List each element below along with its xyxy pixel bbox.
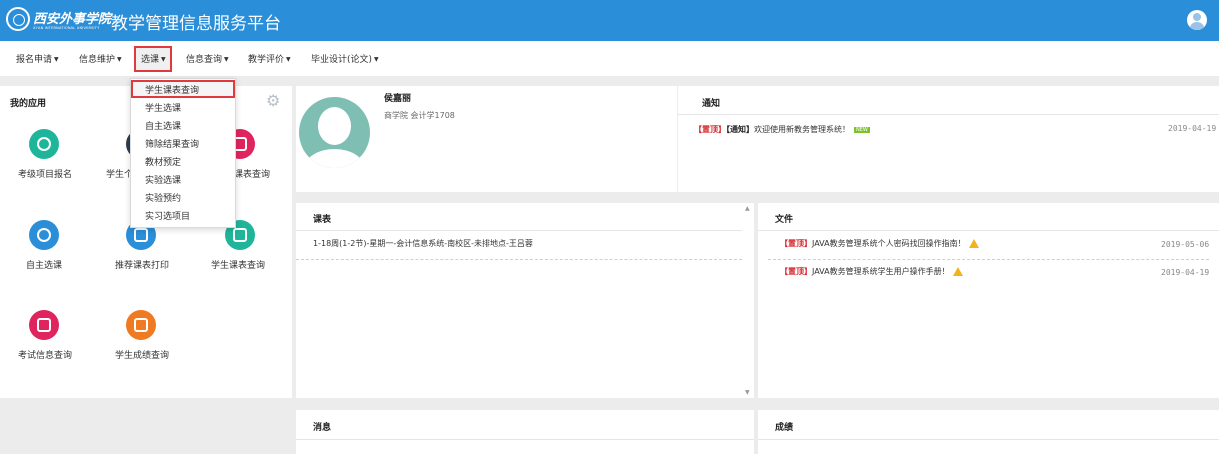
app-label-schedule[interactable]: 课表查询 [234, 167, 270, 180]
nav-label: 选课 [141, 55, 160, 65]
nav-label: 毕业设计(论文) [311, 55, 373, 65]
notice-item[interactable]: 【置顶】【通知】欢迎使用新教务管理系统！ NEW [694, 124, 870, 135]
dropdown-item-lab-reserve[interactable]: 实验预约 [145, 191, 181, 204]
pin-tag: 【置顶】 [694, 125, 726, 134]
nav-item-thesis[interactable]: 毕业设计(论文) ▼ [311, 52, 379, 66]
dropdown-item-internship[interactable]: 实习选项目 [145, 209, 190, 222]
schedule-title: 课表 [313, 215, 332, 225]
messages-title: 消息 [313, 423, 332, 433]
warning-icon [968, 239, 979, 248]
file-date: 2019-05-06 [1161, 240, 1210, 249]
nav-item-info-query[interactable]: 信息查询 ▼ [186, 52, 229, 66]
profile-info: 商学院 会计学1708 [384, 111, 455, 120]
caret-down-icon: ▼ [374, 56, 379, 63]
file-item[interactable]: 【置顶】JAVA教务管理系统学生用户操作手册！ [780, 266, 963, 277]
file-item[interactable]: 【置顶】JAVA教务管理系统个人密码找回操作指南！ [780, 238, 979, 249]
dropdown-item-lab-select[interactable]: 实验选课 [145, 173, 181, 186]
divider [678, 114, 1219, 115]
app-label-exam-register[interactable]: 考级项目报名 [18, 167, 72, 180]
grade-icon[interactable] [126, 310, 156, 340]
files-title: 文件 [775, 215, 794, 225]
profile-avatar-icon [299, 97, 370, 168]
pin-tag: 【置顶】 [780, 267, 812, 276]
nav-item-course-select[interactable]: 选课 ▼ [141, 52, 166, 66]
nav-label: 信息维护 [79, 55, 116, 65]
notice-text: 欢迎使用新教务管理系统！ [754, 125, 850, 134]
notice-panel [678, 86, 1219, 192]
gear-icon[interactable]: ⚙ [266, 93, 282, 109]
search-doc-icon[interactable] [29, 310, 59, 340]
warning-icon [952, 267, 963, 276]
divider [758, 230, 1219, 231]
school-logo-text: 西安外事学院 [33, 12, 112, 27]
schedule-line: 1-18周(1-2节)-星期一-会计信息系统-南校区-未排地点-王吕蓉 [313, 239, 533, 248]
chat-icon[interactable] [29, 129, 59, 159]
app-label-self-select[interactable]: 自主选课 [26, 258, 62, 271]
my-apps-title: 我的应用 [10, 99, 47, 109]
divider [296, 259, 742, 260]
messages-panel [296, 410, 754, 454]
grades-title: 成绩 [775, 423, 794, 433]
caret-down-icon: ▼ [224, 56, 229, 63]
files-panel [758, 203, 1219, 398]
dropdown-item-student-select[interactable]: 学生选课 [145, 101, 181, 114]
top-header: 西安外事学院 XI'AN INTERNATIONAL UNIVERSITY 教学… [0, 0, 1219, 41]
divider [758, 439, 1219, 440]
file-text: JAVA教务管理系统学生用户操作手册！ [812, 267, 950, 276]
divider [768, 259, 1209, 260]
dropdown-item-textbook[interactable]: 教材预定 [145, 155, 181, 168]
caret-down-icon: ▼ [286, 56, 291, 63]
app-title: 教学管理信息服务平台 [111, 14, 281, 34]
ball-icon[interactable] [29, 220, 59, 250]
dropdown-item-self-select[interactable]: 自主选课 [145, 119, 181, 132]
dropdown-item-filter-result[interactable]: 筛除结果查询 [145, 137, 199, 150]
caret-down-icon: ▼ [161, 56, 166, 63]
caret-down-icon: ▼ [54, 56, 59, 63]
nav-label: 教学评价 [248, 55, 285, 65]
notice-date: 2019-04-19 [1168, 124, 1217, 133]
nav-item-registration[interactable]: 报名申请 ▼ [16, 52, 59, 66]
nav-label: 信息查询 [186, 55, 223, 65]
nav-item-teaching-eval[interactable]: 教学评价 ▼ [248, 52, 291, 66]
app-label-print-schedule[interactable]: 推荐课表打印 [115, 258, 169, 271]
notice-title: 通知 [702, 99, 721, 109]
nav-label: 报名申请 [16, 55, 53, 65]
caret-down-icon: ▼ [117, 56, 122, 63]
schedule-panel [296, 203, 754, 398]
scroll-up-icon[interactable]: ▲ [745, 205, 750, 212]
nav-item-info-maintain[interactable]: 信息维护 ▼ [79, 52, 122, 66]
pin-tag: 【置顶】 [780, 239, 812, 248]
dropdown-item-student-schedule[interactable]: 学生课表查询 [145, 83, 199, 96]
school-logo-subtext: XI'AN INTERNATIONAL UNIVERSITY [33, 26, 100, 30]
app-label-student-info[interactable]: 学生个 [106, 167, 133, 180]
main-nav [0, 41, 1219, 76]
school-logo-icon [6, 7, 30, 31]
new-badge: NEW [854, 126, 870, 133]
app-label-exam-info[interactable]: 考试信息查询 [18, 348, 72, 361]
divider [296, 230, 742, 231]
file-date: 2019-04-19 [1161, 268, 1210, 277]
profile-name: 侯嘉丽 [384, 94, 412, 104]
app-label-grades[interactable]: 学生成绩查询 [115, 348, 169, 361]
notice-tag: 【通知】 [726, 125, 754, 134]
scroll-down-icon[interactable]: ▼ [745, 389, 750, 396]
file-text: JAVA教务管理系统个人密码找回操作指南！ [812, 239, 966, 248]
user-avatar-icon[interactable] [1187, 10, 1207, 30]
grades-panel [758, 410, 1219, 454]
divider [296, 439, 754, 440]
app-label-student-schedule[interactable]: 学生课表查询 [211, 258, 265, 271]
